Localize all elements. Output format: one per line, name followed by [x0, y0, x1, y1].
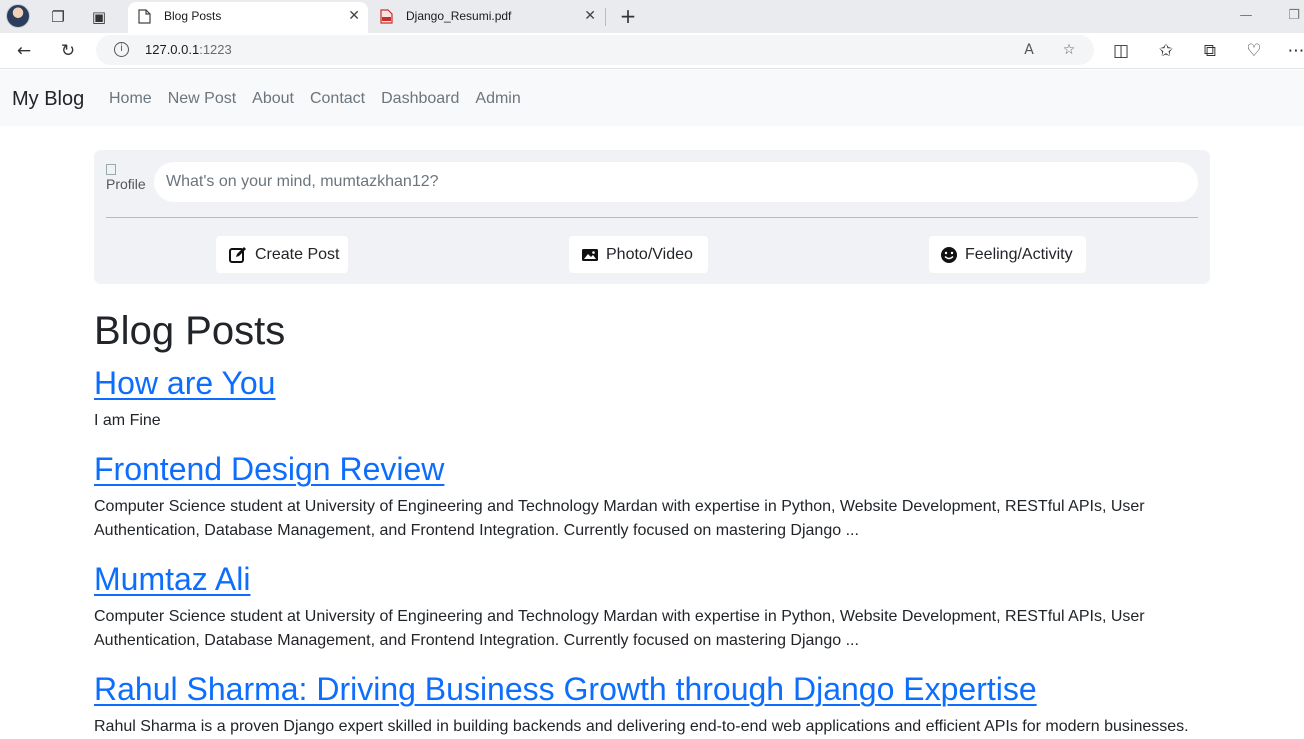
broken-image-icon	[106, 164, 116, 175]
minimize-icon[interactable]: —	[1234, 4, 1258, 28]
blog-post: Frontend Design Review Computer Science …	[94, 449, 1210, 543]
blog-post: Rahul Sharma: Driving Business Growth th…	[94, 669, 1210, 739]
split-screen-icon[interactable]: ◫	[1107, 37, 1135, 65]
close-tab-icon[interactable]: ✕	[348, 2, 360, 31]
post-title-link[interactable]: Rahul Sharma: Driving Business Growth th…	[94, 669, 1210, 709]
pdf-icon	[380, 9, 393, 24]
brand-logo[interactable]: My Blog	[12, 70, 84, 128]
browser-toolbar: ← ↻ i 127.0.0.1:1223 A ☆ ◫ ✩ ⧉ ♡ ⋯	[0, 33, 1304, 69]
feeling-activity-button[interactable]: Feeling/Activity	[929, 236, 1086, 273]
post-title-link[interactable]: Frontend Design Review	[94, 449, 1210, 489]
url-text[interactable]: 127.0.0.1:1223	[145, 35, 232, 65]
read-aloud-icon[interactable]: A	[1017, 38, 1041, 62]
nav-link-dashboard[interactable]: Dashboard	[373, 70, 467, 126]
tab-django-resumi[interactable]: Django_Resumi.pdf ✕	[370, 2, 604, 33]
post-excerpt: Computer Science student at University o…	[94, 608, 1145, 649]
post-title-link[interactable]: Mumtaz Ali	[94, 559, 1210, 599]
refresh-icon[interactable]: ↻	[54, 37, 82, 65]
site-navbar: My Blog Home New Post About Contact Dash…	[0, 70, 1304, 126]
back-icon[interactable]: ←	[10, 37, 38, 65]
tab-blog-posts[interactable]: Blog Posts ✕	[128, 2, 368, 33]
tab-title: Blog Posts	[164, 9, 222, 23]
tab-actions-icon[interactable]: ▣	[88, 6, 110, 28]
nav-link-new-post[interactable]: New Post	[160, 70, 244, 126]
post-excerpt: Computer Science student at University o…	[94, 498, 1145, 539]
browser-essentials-icon[interactable]: ♡	[1240, 37, 1268, 65]
nav-link-contact[interactable]: Contact	[302, 70, 373, 126]
create-post-button[interactable]: Create Post	[216, 236, 348, 273]
post-excerpt: I am Fine	[94, 412, 161, 429]
profile-avatar[interactable]	[6, 4, 30, 28]
profile-image: Profile	[106, 162, 146, 202]
page-title: Blog Posts	[94, 309, 286, 353]
image-icon	[582, 249, 598, 261]
site-info-icon[interactable]: i	[114, 42, 129, 57]
whats-on-your-mind-input[interactable]	[154, 162, 1198, 202]
photo-video-button[interactable]: Photo/Video	[569, 236, 708, 273]
close-tab-icon[interactable]: ✕	[584, 2, 596, 31]
smile-icon	[941, 247, 957, 263]
page-icon	[138, 9, 151, 24]
more-icon[interactable]: ⋯	[1282, 37, 1304, 65]
post-excerpt: Rahul Sharma is a proven Django expert s…	[94, 718, 1189, 735]
new-tab-icon[interactable]: +	[616, 3, 640, 29]
favorites-icon[interactable]: ✩	[1152, 37, 1180, 65]
nav-links: Home New Post About Contact Dashboard Ad…	[101, 70, 529, 126]
nav-link-admin[interactable]: Admin	[467, 70, 528, 126]
edit-icon	[229, 247, 246, 263]
nav-link-about[interactable]: About	[244, 70, 302, 126]
workspaces-icon[interactable]: ❐	[47, 6, 69, 28]
collections-icon[interactable]: ⧉	[1196, 37, 1224, 65]
post-title-link[interactable]: How are You	[94, 363, 1210, 403]
favorite-star-icon[interactable]: ☆	[1057, 38, 1081, 62]
composer-divider	[106, 217, 1198, 218]
post-composer: Profile Create Post Photo/Video Feeling/…	[94, 150, 1210, 284]
blog-post: How are You I am Fine	[94, 363, 1210, 433]
restore-icon[interactable]: ❐	[1282, 4, 1304, 28]
address-bar[interactable]: i 127.0.0.1:1223 A ☆	[96, 35, 1094, 65]
browser-tab-strip: ❐ ▣ Blog Posts ✕ Django_Resumi.pdf ✕ + —…	[0, 0, 1304, 33]
tab-title: Django_Resumi.pdf	[406, 9, 512, 23]
tab-separator	[605, 8, 606, 26]
blog-post: Mumtaz Ali Computer Science student at U…	[94, 559, 1210, 653]
nav-link-home[interactable]: Home	[101, 70, 160, 126]
